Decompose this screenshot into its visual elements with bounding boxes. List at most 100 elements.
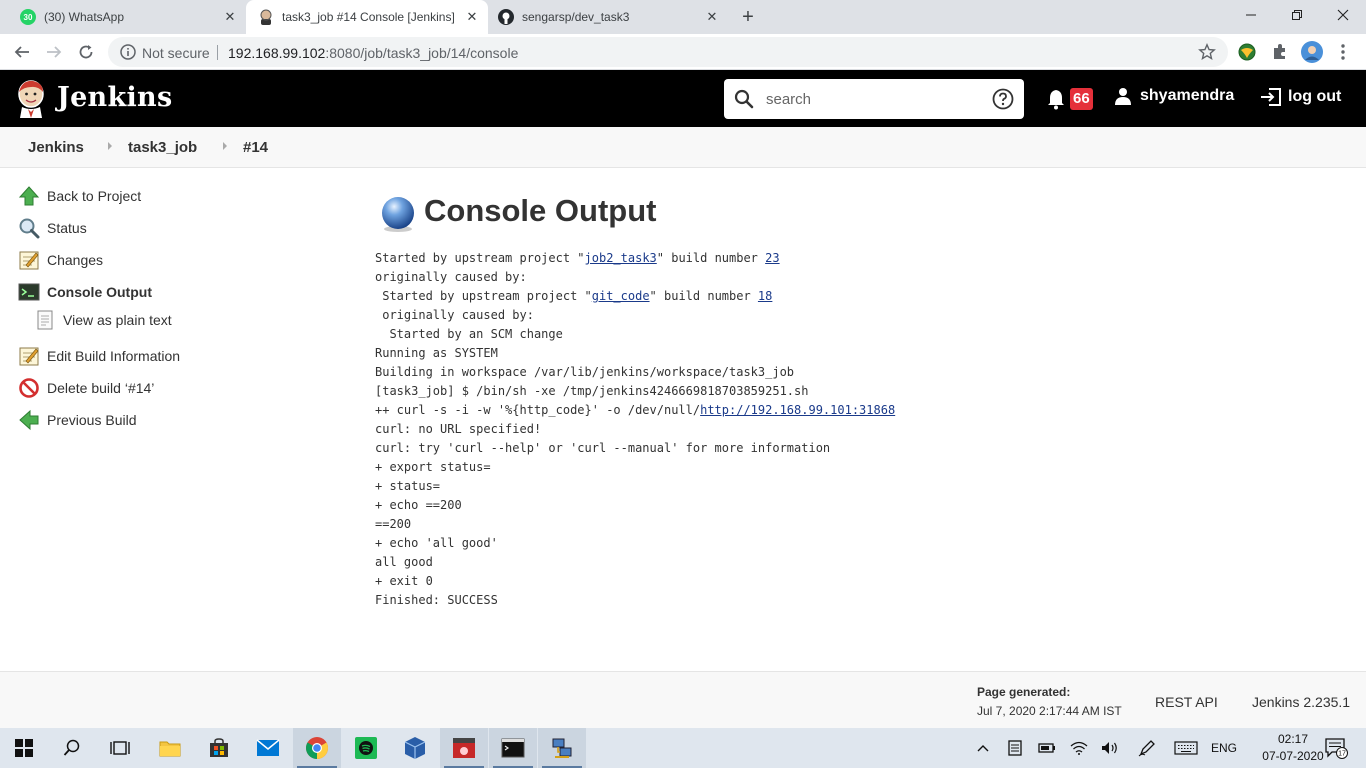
extensions-puzzle-icon[interactable] — [1270, 42, 1290, 62]
taskbar-file-explorer[interactable] — [146, 728, 194, 768]
sidebar-item-back-to-project[interactable]: Back to Project — [18, 184, 141, 208]
tray-battery[interactable] — [1036, 728, 1058, 768]
sidebar-item-label: Back to Project — [47, 188, 142, 204]
keyboard-icon — [1174, 741, 1198, 755]
sidebar-item-view-plain-text[interactable]: View as plain text — [34, 308, 172, 332]
tray-volume[interactable] — [1099, 728, 1121, 768]
search-input[interactable] — [766, 89, 976, 109]
restore-button[interactable] — [1274, 0, 1320, 30]
notepad-icon — [19, 347, 39, 366]
clock-time: 02:17 — [1277, 732, 1309, 746]
close-tab-icon[interactable]: ✕ — [464, 9, 480, 25]
terminal-icon — [18, 283, 40, 301]
sidebar-item-label: Edit Build Information — [47, 348, 181, 364]
taskbar-search-button[interactable] — [48, 728, 96, 768]
console-line: + exit 0 — [375, 574, 433, 588]
taskbar-spotify[interactable] — [342, 728, 390, 768]
url-host: 192.168.99.102 — [228, 45, 326, 61]
notification-center-icon: 17 — [1325, 738, 1348, 759]
chevron-up-icon — [977, 745, 989, 752]
sidebar-item-label: Status — [47, 220, 87, 236]
upstream-job-link[interactable]: git_code — [592, 289, 650, 303]
upstream-build-link[interactable]: 18 — [758, 289, 772, 303]
console-line: " build number — [656, 251, 766, 265]
back-button[interactable] — [10, 40, 34, 64]
curl-url-link[interactable]: http://192.168.99.101:31868 — [700, 403, 895, 417]
taskbar-app-red[interactable] — [440, 728, 488, 768]
breadcrumb-separator-icon[interactable] — [223, 142, 227, 150]
task-view-button[interactable] — [96, 728, 144, 768]
show-hidden-icons-button[interactable] — [972, 728, 994, 768]
forward-button[interactable] — [42, 40, 66, 64]
taskbar-mail[interactable] — [244, 728, 292, 768]
close-tab-icon[interactable]: ✕ — [222, 9, 238, 25]
tray-wifi[interactable] — [1068, 728, 1090, 768]
taskbar-store[interactable] — [195, 728, 243, 768]
tab-whatsapp[interactable]: 30 (30) WhatsApp ✕ — [8, 0, 246, 34]
rest-api-link[interactable]: REST API — [1155, 694, 1218, 710]
browser-menu-icon[interactable] — [1335, 42, 1351, 62]
tab-title: task3_job #14 Console [Jenkins] — [282, 10, 455, 24]
breadcrumb-separator-icon[interactable] — [108, 142, 112, 150]
notepad-icon — [19, 251, 39, 270]
clock-date: 07-07-2020 — [1262, 749, 1324, 763]
sidebar-item-status[interactable]: Status — [18, 216, 87, 240]
sidebar-item-changes[interactable]: Changes — [18, 248, 103, 272]
tab-title: sengarsp/dev_task3 — [522, 10, 630, 24]
upstream-job-link[interactable]: job2_task3 — [585, 251, 657, 265]
taskbar-virtualbox[interactable] — [391, 728, 439, 768]
upstream-build-link[interactable]: 23 — [765, 251, 779, 265]
info-icon[interactable] — [120, 44, 136, 60]
logout-icon — [1261, 88, 1281, 106]
sidebar-item-edit-build-information[interactable]: Edit Build Information — [18, 344, 180, 368]
action-center-button[interactable]: 17 — [1322, 728, 1350, 768]
taskbar-terminal[interactable] — [489, 728, 537, 768]
language-indicator[interactable]: ENG — [1208, 728, 1240, 768]
tab-github[interactable]: sengarsp/dev_task3 ✕ — [488, 0, 728, 34]
tray-keyboard[interactable] — [1172, 728, 1200, 768]
address-bar[interactable]: Not secure 192.168.99.102:8080/job/task3… — [108, 37, 1228, 67]
sidebar-item-previous-build[interactable]: Previous Build — [18, 408, 137, 432]
console-line: + echo ==200 — [375, 498, 462, 512]
new-tab-button[interactable]: + — [737, 6, 759, 28]
minimize-button[interactable] — [1228, 0, 1274, 30]
console-line: Running as SYSTEM — [375, 346, 498, 360]
taskbar-chrome[interactable] — [293, 728, 341, 768]
console-line: " build number — [649, 289, 758, 303]
profile-avatar-icon[interactable] — [1301, 41, 1323, 63]
help-icon[interactable] — [992, 88, 1014, 110]
jenkins-footer: Page generated: Jul 7, 2020 2:17:44 AM I… — [0, 671, 1366, 728]
url-text[interactable]: 192.168.99.102:8080/job/task3_job/14/con… — [228, 45, 518, 61]
breadcrumb-job[interactable]: task3_job — [128, 139, 197, 156]
close-window-button[interactable] — [1320, 0, 1366, 30]
logout-link[interactable]: log out — [1260, 87, 1341, 107]
jenkins-logo-icon[interactable] — [14, 78, 48, 118]
bookmark-star-icon[interactable] — [1198, 43, 1216, 61]
page-title: Console Output — [424, 193, 657, 228]
breadcrumb-jenkins[interactable]: Jenkins — [28, 139, 84, 156]
tray-pen[interactable] — [1136, 728, 1158, 768]
tab-jenkins-console[interactable]: task3_job #14 Console [Jenkins] ✕ — [246, 0, 488, 34]
reload-button[interactable] — [74, 40, 98, 64]
extension-globe-icon[interactable] — [1237, 42, 1257, 62]
user-link[interactable]: shyamendra — [1114, 87, 1234, 105]
breadcrumb-build[interactable]: #14 — [243, 139, 268, 156]
start-button[interactable] — [0, 728, 48, 768]
taskbar-network-app[interactable] — [538, 728, 586, 768]
sidebar-item-label: Console Output — [47, 284, 152, 300]
jenkins-version-link[interactable]: Jenkins 2.235.1 — [1252, 694, 1350, 710]
sidebar-item-console-output[interactable]: Console Output — [18, 280, 152, 304]
back-arrow-icon — [14, 46, 29, 58]
bell-icon[interactable] — [1046, 88, 1066, 110]
close-tab-icon[interactable]: ✕ — [704, 9, 720, 25]
console-line: Building in workspace /var/lib/jenkins/w… — [375, 365, 795, 379]
console-line: originally caused by: — [375, 308, 534, 322]
mail-icon — [256, 739, 280, 756]
tray-device[interactable] — [1004, 728, 1026, 768]
jenkins-title[interactable]: Jenkins — [57, 82, 172, 113]
notification-badge[interactable]: 66 — [1070, 88, 1093, 110]
clock[interactable]: 02:17 07-07-2020 — [1257, 731, 1329, 765]
pen-icon — [1138, 740, 1155, 757]
store-bag-icon — [210, 738, 228, 757]
sidebar-item-delete-build[interactable]: Delete build ‘#14’ — [18, 376, 154, 400]
